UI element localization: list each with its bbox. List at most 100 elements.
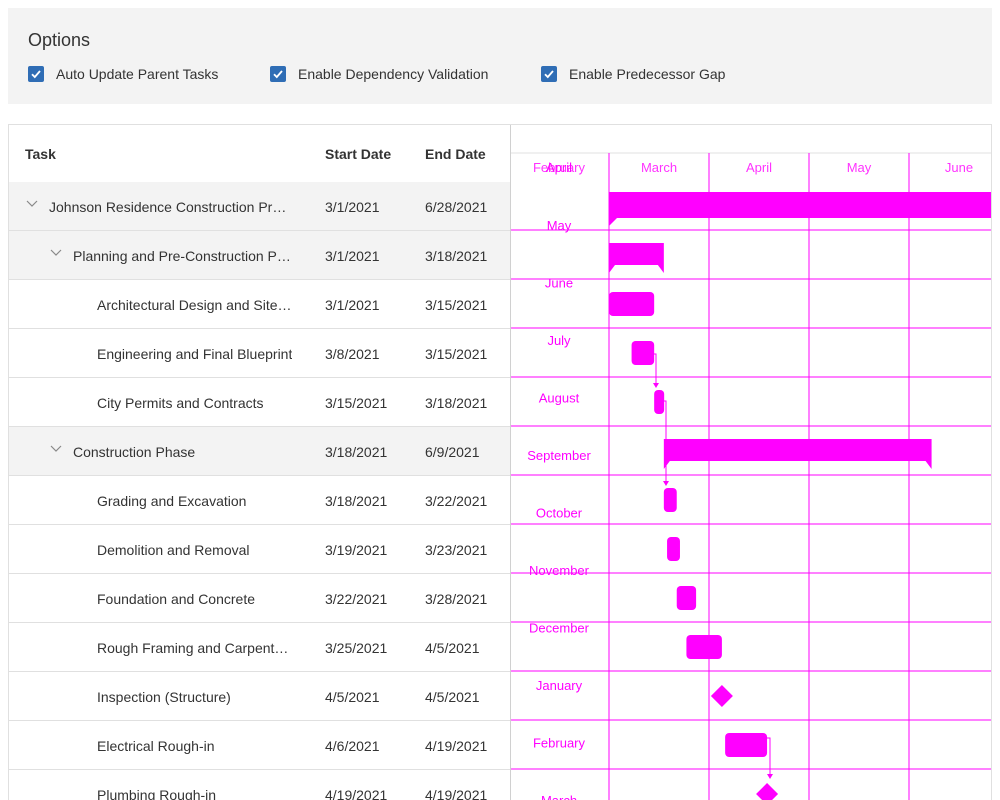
checkbox-checked-icon[interactable] (541, 66, 557, 82)
checkbox-label: Enable Predecessor Gap (569, 66, 726, 82)
task-row-parent[interactable]: Construction Phase 3/18/2021 6/9/2021 (9, 427, 511, 476)
task-name: Engineering and Final Blueprint (97, 346, 293, 362)
task-end-date: 6/9/2021 (425, 444, 480, 460)
stray-month-label: May (547, 218, 572, 233)
stray-month-label: January (536, 678, 583, 693)
checkbox-label: Enable Dependency Validation (298, 66, 489, 82)
chevron-down-icon[interactable] (49, 246, 63, 260)
task-start-date: 3/8/2021 (325, 346, 380, 362)
stray-month-label: February (533, 736, 586, 751)
stray-month-label: June (545, 276, 573, 291)
task-bar (609, 292, 655, 316)
task-name: Construction Phase (73, 444, 196, 460)
task-end-date: 3/28/2021 (425, 591, 488, 607)
task-start-date: 4/6/2021 (325, 738, 380, 754)
task-start-date: 3/15/2021 (325, 395, 388, 411)
chevron-down-icon[interactable] (49, 442, 63, 456)
task-end-date: 4/5/2021 (425, 640, 480, 656)
tree-header: Task Start Date End Date (9, 125, 511, 183)
timeline-chart: February March April May June April May June Jul… (511, 125, 991, 800)
task-row[interactable]: Electrical Rough-in 4/6/2021 4/19/2021 (9, 721, 511, 770)
checkbox-checked-icon[interactable] (270, 66, 286, 82)
month-header-label: April (746, 160, 772, 175)
task-bar (663, 488, 677, 512)
task-start-date: 3/1/2021 (325, 248, 380, 264)
task-column-header[interactable]: Task (25, 146, 56, 162)
task-end-date: 3/15/2021 (425, 346, 488, 362)
task-row-parent[interactable]: Johnson Residence Construction Pr… 3/1/20… (9, 182, 511, 231)
task-row[interactable]: Plumbing Rough-in 4/19/2021 4/19/2021 (9, 770, 511, 800)
month-header-label: March (641, 160, 677, 175)
task-row[interactable]: Rough Framing and Carpent… 3/25/2021 4/5/2… (9, 623, 511, 672)
month-header-label: June (945, 160, 973, 175)
task-start-date: 3/22/2021 (325, 591, 388, 607)
stray-month-label: October (536, 506, 583, 521)
project-summary-bar (609, 192, 991, 226)
milestone-diamond (756, 783, 779, 800)
end-date-column-header[interactable]: End Date (425, 146, 486, 162)
task-start-date: 3/19/2021 (325, 542, 388, 558)
task-name: Plumbing Rough-in (97, 787, 217, 800)
enable-predecessor-gap-checkbox[interactable]: Enable Predecessor Gap (541, 66, 725, 82)
task-row[interactable]: City Permits and Contracts 3/15/2021 3/18/… (9, 378, 511, 427)
dependency-arrow (767, 774, 773, 779)
task-row[interactable]: Foundation and Concrete 3/22/2021 3/28/202… (9, 574, 511, 623)
options-panel: Options Auto Update Parent Tasks Enable … (8, 8, 992, 104)
task-start-date: 4/19/2021 (325, 787, 388, 800)
enable-dependency-validation-checkbox[interactable]: Enable Dependency Validation (270, 66, 488, 82)
task-name: Architectural Design and Site… (97, 297, 292, 313)
task-bar (654, 390, 665, 414)
task-end-date: 6/28/2021 (425, 199, 488, 215)
checkbox-checked-icon[interactable] (28, 66, 44, 82)
task-start-date: 3/18/2021 (325, 493, 388, 509)
checkbox-label: Auto Update Parent Tasks (56, 66, 219, 82)
task-name: Foundation and Concrete (97, 591, 255, 607)
task-start-date: 3/1/2021 (325, 297, 380, 313)
task-start-date: 3/18/2021 (325, 444, 388, 460)
stray-month-label: August (539, 391, 580, 406)
task-end-date: 3/22/2021 (425, 493, 488, 509)
dependency-arrow (653, 383, 659, 388)
task-name: Demolition and Removal (97, 542, 250, 558)
options-title: Options (28, 30, 91, 50)
task-name: Planning and Pre-Construction P… (73, 248, 291, 264)
task-name: City Permits and Contracts (97, 395, 264, 411)
month-header-label-overlap: April (546, 160, 572, 175)
task-end-date: 4/5/2021 (425, 689, 480, 705)
stray-month-label: March (541, 793, 577, 800)
stray-month-label: November (529, 563, 590, 578)
task-name: Johnson Residence Construction Pr… (49, 199, 287, 215)
milestone-diamond (710, 685, 733, 707)
stray-month-label: December (529, 621, 590, 636)
task-name: Grading and Excavation (97, 493, 247, 509)
task-row-parent[interactable]: Planning and Pre-Construction P… 3/1/2021… (9, 231, 511, 280)
task-row[interactable]: Demolition and Removal 3/19/2021 3/23/2021 (9, 525, 511, 574)
task-start-date: 4/5/2021 (325, 689, 380, 705)
task-row[interactable]: Engineering and Final Blueprint 3/8/2021 3… (9, 329, 511, 378)
task-start-date: 3/25/2021 (325, 640, 388, 656)
task-bar (686, 635, 722, 659)
task-start-date: 3/1/2021 (325, 199, 380, 215)
month-header-label: May (847, 160, 872, 175)
gantt-grid: Task Start Date End Date Johnson Residen… (8, 124, 992, 800)
task-end-date: 3/18/2021 (425, 395, 488, 411)
task-end-date: 3/18/2021 (425, 248, 488, 264)
task-bar (631, 341, 655, 365)
stray-month-label: July (547, 333, 571, 348)
task-name: Inspection (Structure) (97, 689, 231, 705)
task-name: Rough Framing and Carpent… (97, 640, 289, 656)
task-row[interactable]: Grading and Excavation 3/18/2021 3/22/2021 (9, 476, 511, 525)
stray-month-label: September (527, 448, 591, 463)
parent-summary-bar (609, 243, 664, 273)
start-date-column-header[interactable]: Start Date (325, 146, 391, 162)
task-bar (676, 586, 697, 610)
task-end-date: 3/15/2021 (425, 297, 488, 313)
chevron-down-icon[interactable] (25, 197, 39, 211)
task-row[interactable]: Inspection (Structure) 4/5/2021 4/5/2021 (9, 672, 511, 721)
timeline-svg: February March April May June April May June Jul… (511, 152, 991, 800)
parent-summary-bar (663, 439, 932, 469)
task-bar (667, 537, 680, 561)
task-end-date: 4/19/2021 (425, 738, 488, 754)
task-row[interactable]: Architectural Design and Site… 3/1/2021 3/… (9, 280, 511, 329)
auto-update-parent-tasks-checkbox[interactable]: Auto Update Parent Tasks (28, 66, 218, 82)
